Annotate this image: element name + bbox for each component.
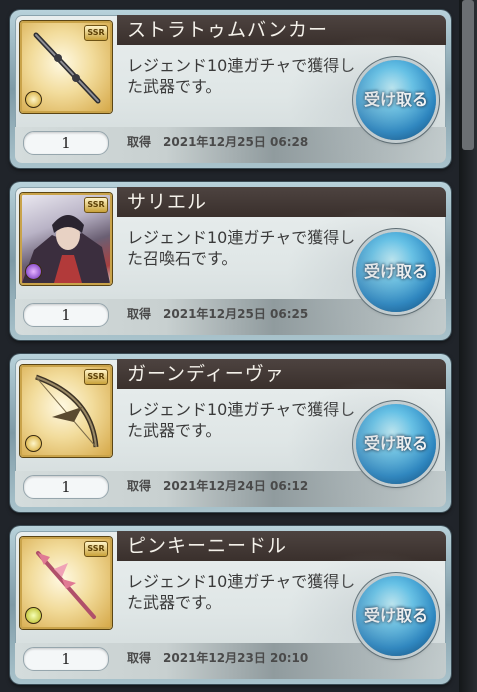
item-description: レジェンド10連ガチャで獲得した武器です。 xyxy=(127,56,356,96)
light-element-icon xyxy=(25,91,42,108)
present-card-body: SSR ガーンディーヴァ レジェンド10連ガチャで獲得した武器です。 1 取得 2… xyxy=(15,359,446,507)
item-name: サリエル xyxy=(117,187,446,217)
scrollbar-thumb[interactable] xyxy=(462,0,474,150)
wind-element-icon xyxy=(25,607,42,624)
item-description: レジェンド10連ガチャで獲得した武器です。 xyxy=(127,400,356,440)
rarity-badge: SSR xyxy=(84,25,108,41)
quantity-field: 1 xyxy=(23,131,109,155)
present-card-body: SSR サリエル レジェンド10連ガチャで獲得した召喚石です。 1 取得 2021… xyxy=(15,187,446,335)
quantity-field: 1 xyxy=(23,647,109,671)
rarity-badge: SSR xyxy=(84,369,108,385)
present-card: SSR ストラトゥムバンカー レジェンド10連ガチャで獲得した武器です。 1 取… xyxy=(10,10,451,168)
rarity-badge: SSR xyxy=(84,197,108,213)
weapon-bow-icon: SSR xyxy=(20,365,112,457)
present-card-body: SSR ピンキーニードル レジェンド10連ガチャで獲得した武器です。 1 取得 2… xyxy=(15,531,446,679)
acquired-label: 取得 xyxy=(127,479,152,493)
item-name: ピンキーニードル xyxy=(117,531,446,561)
acquired-info: 取得 2021年12月23日 20:10 xyxy=(127,649,308,666)
present-card-body: SSR ストラトゥムバンカー レジェンド10連ガチャで獲得した武器です。 1 取… xyxy=(15,15,446,163)
present-list: SSR ストラトゥムバンカー レジェンド10連ガチャで獲得した武器です。 1 取… xyxy=(0,0,459,692)
light-element-icon xyxy=(25,435,42,452)
receive-button[interactable]: 受け取る xyxy=(356,60,436,140)
dark-element-icon xyxy=(25,263,42,280)
acquired-date: 2021年12月25日 06:28 xyxy=(163,135,309,149)
scrollbar[interactable] xyxy=(459,0,477,692)
acquired-date: 2021年12月24日 06:12 xyxy=(163,479,309,493)
weapon-spear-icon: SSR xyxy=(20,537,112,629)
quantity-field: 1 xyxy=(23,475,109,499)
receive-button[interactable]: 受け取る xyxy=(356,404,436,484)
acquired-info: 取得 2021年12月25日 06:25 xyxy=(127,305,308,322)
acquired-label: 取得 xyxy=(127,135,152,149)
item-description: レジェンド10連ガチャで獲得した武器です。 xyxy=(127,572,356,612)
acquired-date: 2021年12月25日 06:25 xyxy=(163,307,309,321)
acquired-info: 取得 2021年12月24日 06:12 xyxy=(127,477,308,494)
summon-portrait-icon: SSR xyxy=(20,193,112,285)
present-card: SSR サリエル レジェンド10連ガチャで獲得した召喚石です。 1 取得 2021… xyxy=(10,182,451,340)
quantity-field: 1 xyxy=(23,303,109,327)
acquired-label: 取得 xyxy=(127,307,152,321)
weapon-staff-icon: SSR xyxy=(20,21,112,113)
acquired-date: 2021年12月23日 20:10 xyxy=(163,651,309,665)
present-card: SSR ガーンディーヴァ レジェンド10連ガチャで獲得した武器です。 1 取得 2… xyxy=(10,354,451,512)
acquired-info: 取得 2021年12月25日 06:28 xyxy=(127,133,308,150)
acquired-label: 取得 xyxy=(127,651,152,665)
item-name: ストラトゥムバンカー xyxy=(117,15,446,45)
item-description: レジェンド10連ガチャで獲得した召喚石です。 xyxy=(127,228,356,268)
item-name: ガーンディーヴァ xyxy=(117,359,446,389)
receive-button[interactable]: 受け取る xyxy=(356,232,436,312)
receive-button[interactable]: 受け取る xyxy=(356,576,436,656)
rarity-badge: SSR xyxy=(84,541,108,557)
present-card: SSR ピンキーニードル レジェンド10連ガチャで獲得した武器です。 1 取得 2… xyxy=(10,526,451,684)
